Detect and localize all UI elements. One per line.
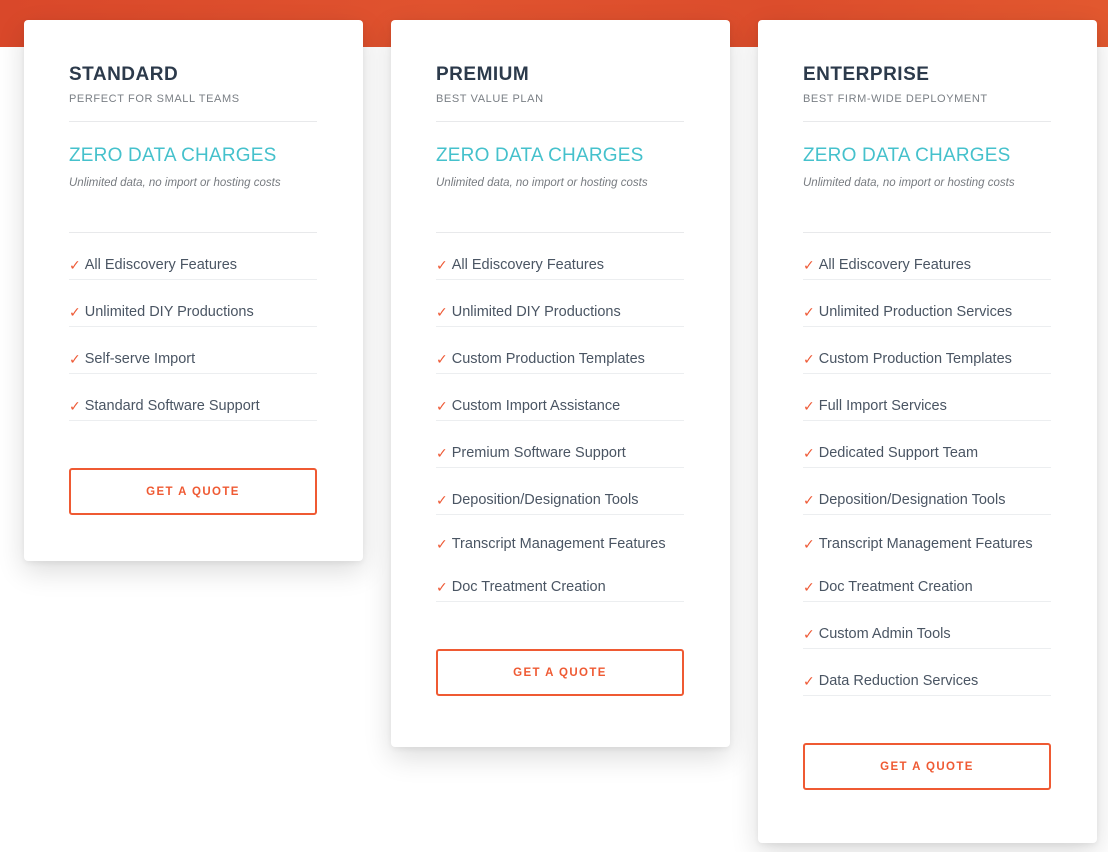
feature-list: ✓ All Ediscovery Features ✓ Unlimited DIY … xyxy=(436,233,684,602)
feature-label: Unlimited DIY Productions xyxy=(451,304,621,320)
checkmark-icon: ✓ xyxy=(436,535,448,552)
feature-label: Standard Software Support xyxy=(84,398,260,414)
pricing-card-standard: STANDARD PERFECT FOR SMALL TEAMS ZERO DA… xyxy=(24,20,363,561)
feature-item: ✓ Dedicated Support Team xyxy=(803,421,1051,468)
checkmark-icon: ✓ xyxy=(803,256,815,273)
checkmark-icon: ✓ xyxy=(436,491,448,508)
feature-item: ✓ Deposition/Designation Tools xyxy=(436,468,684,515)
divider xyxy=(436,121,684,122)
feature-item: ✓ All Ediscovery Features xyxy=(69,233,317,280)
checkmark-icon: ✓ xyxy=(69,397,81,414)
feature-label: Full Import Services xyxy=(818,398,947,414)
feature-item: ✓ Doc Treatment Creation xyxy=(436,555,684,602)
checkmark-icon: ✓ xyxy=(69,256,81,273)
feature-item: ✓ Premium Software Support xyxy=(436,421,684,468)
checkmark-icon: ✓ xyxy=(803,578,815,595)
checkmark-icon: ✓ xyxy=(436,444,448,461)
feature-item: ✓ Transcript Management Features xyxy=(803,515,1051,555)
feature-label: Transcript Management Features xyxy=(818,536,1033,552)
feature-label: Data Reduction Services xyxy=(818,673,979,689)
plan-tagline: BEST VALUE PLAN xyxy=(436,93,544,105)
feature-item: ✓ Custom Production Templates xyxy=(803,327,1051,374)
feature-item: ✓ Custom Admin Tools xyxy=(803,602,1051,649)
feature-label: All Ediscovery Features xyxy=(84,257,238,273)
feature-item: ✓ Deposition/Designation Tools xyxy=(803,468,1051,515)
plan-tagline: PERFECT FOR SMALL TEAMS xyxy=(69,93,240,105)
plan-name: ENTERPRISE xyxy=(803,64,930,85)
feature-label: Unlimited DIY Productions xyxy=(84,304,254,320)
plan-name: STANDARD xyxy=(69,64,179,85)
feature-item: ✓ Unlimited DIY Productions xyxy=(69,280,317,327)
checkmark-icon: ✓ xyxy=(803,397,815,414)
divider xyxy=(803,121,1051,122)
feature-item: ✓ All Ediscovery Features xyxy=(803,233,1051,280)
feature-label: Transcript Management Features xyxy=(451,536,666,552)
plan-tagline: BEST FIRM-WIDE DEPLOYMENT xyxy=(803,93,988,105)
checkmark-icon: ✓ xyxy=(803,535,815,552)
get-a-quote-button[interactable]: GET A QUOTE xyxy=(803,743,1051,790)
checkmark-icon: ✓ xyxy=(69,303,81,320)
feature-label: Custom Import Assistance xyxy=(451,398,621,414)
get-a-quote-button[interactable]: GET A QUOTE xyxy=(436,649,684,696)
feature-label: Deposition/Designation Tools xyxy=(818,492,1006,508)
plan-headline: ZERO DATA CHARGES xyxy=(436,145,644,166)
plan-subline: Unlimited data, no import or hosting cos… xyxy=(69,177,281,189)
pricing-card-enterprise: ENTERPRISE BEST FIRM-WIDE DEPLOYMENT ZER… xyxy=(758,20,1097,843)
checkmark-icon: ✓ xyxy=(436,303,448,320)
feature-label: Self-serve Import xyxy=(84,351,196,367)
checkmark-icon: ✓ xyxy=(803,303,815,320)
feature-item: ✓ Data Reduction Services xyxy=(803,649,1051,696)
checkmark-icon: ✓ xyxy=(803,625,815,642)
checkmark-icon: ✓ xyxy=(803,491,815,508)
plan-headline: ZERO DATA CHARGES xyxy=(69,145,277,166)
feature-label: Doc Treatment Creation xyxy=(818,579,973,595)
checkmark-icon: ✓ xyxy=(803,350,815,367)
feature-item: ✓ Custom Import Assistance xyxy=(436,374,684,421)
plan-name: PREMIUM xyxy=(436,64,530,85)
feature-label: Dedicated Support Team xyxy=(818,445,979,461)
feature-label: Custom Production Templates xyxy=(818,351,1012,367)
checkmark-icon: ✓ xyxy=(803,444,815,461)
plan-subline: Unlimited data, no import or hosting cos… xyxy=(803,177,1015,189)
checkmark-icon: ✓ xyxy=(69,350,81,367)
feature-item: ✓ All Ediscovery Features xyxy=(436,233,684,280)
feature-label: Doc Treatment Creation xyxy=(451,579,606,595)
feature-label: Custom Admin Tools xyxy=(818,626,951,642)
feature-item: ✓ Full Import Services xyxy=(803,374,1051,421)
get-a-quote-button[interactable]: GET A QUOTE xyxy=(69,468,317,515)
feature-item: ✓ Custom Production Templates xyxy=(436,327,684,374)
feature-item: ✓ Unlimited DIY Productions xyxy=(436,280,684,327)
checkmark-icon: ✓ xyxy=(436,256,448,273)
feature-label: All Ediscovery Features xyxy=(451,257,605,273)
feature-label: Premium Software Support xyxy=(451,445,626,461)
feature-label: All Ediscovery Features xyxy=(818,257,972,273)
feature-label: Custom Production Templates xyxy=(451,351,645,367)
feature-item: ✓ Unlimited Production Services xyxy=(803,280,1051,327)
checkmark-icon: ✓ xyxy=(803,672,815,689)
checkmark-icon: ✓ xyxy=(436,350,448,367)
plan-headline: ZERO DATA CHARGES xyxy=(803,145,1011,166)
checkmark-icon: ✓ xyxy=(436,397,448,414)
checkmark-icon: ✓ xyxy=(436,578,448,595)
feature-list: ✓ All Ediscovery Features ✓ Unlimited Prod… xyxy=(803,233,1051,696)
pricing-card-premium: PREMIUM BEST VALUE PLAN ZERO DATA CHARGE… xyxy=(391,20,730,747)
feature-item: ✓ Standard Software Support xyxy=(69,374,317,421)
feature-item: ✓ Transcript Management Features xyxy=(436,515,684,555)
divider xyxy=(69,121,317,122)
feature-list: ✓ All Ediscovery Features ✓ Unlimited DIY … xyxy=(69,233,317,421)
feature-item: ✓ Self-serve Import xyxy=(69,327,317,374)
feature-label: Unlimited Production Services xyxy=(818,304,1013,320)
feature-item: ✓ Doc Treatment Creation xyxy=(803,555,1051,602)
plan-subline: Unlimited data, no import or hosting cos… xyxy=(436,177,648,189)
feature-label: Deposition/Designation Tools xyxy=(451,492,639,508)
